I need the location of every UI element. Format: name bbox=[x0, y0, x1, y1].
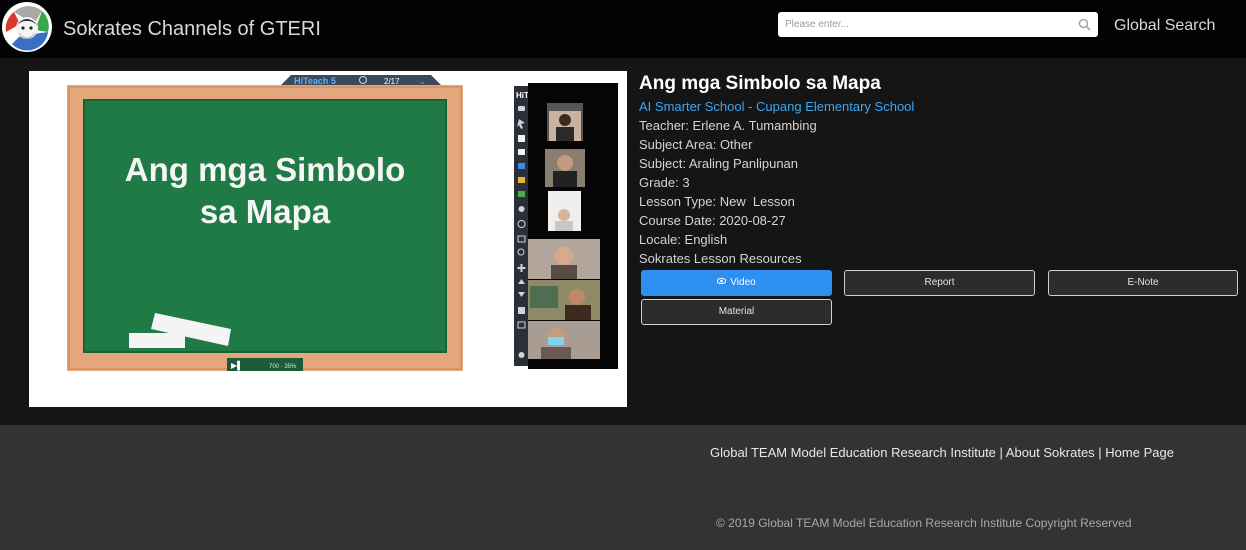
hiteach-page-text: 2/17 bbox=[384, 77, 400, 86]
search-box bbox=[778, 12, 1098, 37]
video-button[interactable]: Video bbox=[641, 270, 832, 296]
board-text-line2: sa Mapa bbox=[200, 193, 331, 230]
locale-line: Locale: English bbox=[639, 232, 728, 247]
search-icon[interactable] bbox=[1078, 18, 1091, 31]
footer-link-about[interactable]: About Sokrates bbox=[1006, 445, 1095, 460]
chalk-piece bbox=[129, 333, 185, 348]
enote-button[interactable]: E-Note bbox=[1048, 270, 1238, 296]
footer-links: Global TEAM Model Education Research Ins… bbox=[710, 444, 1174, 462]
search-input[interactable] bbox=[778, 12, 1073, 37]
socrates-logo-icon bbox=[3, 3, 51, 51]
video-player[interactable]: Ang mga Simbolo sa Mapa ▶▌ 700 · 35% HiT… bbox=[29, 71, 627, 407]
school-link[interactable]: AI Smarter School - Cupang Elementary Sc… bbox=[639, 97, 1239, 116]
video-button-label: Video bbox=[730, 277, 756, 288]
svg-text:⌄: ⌄ bbox=[419, 77, 426, 86]
svg-text:700 · 35%: 700 · 35% bbox=[269, 364, 297, 370]
teacher-line: Teacher: Erlene A. Tumambing bbox=[639, 118, 817, 133]
grade-line: Grade: 3 bbox=[639, 175, 690, 190]
board-text-line1: Ang mga Simbolo bbox=[125, 151, 406, 188]
hiteach-brand-text: HiTeach 5 bbox=[294, 76, 336, 86]
material-button[interactable]: Material bbox=[641, 299, 832, 325]
copyright-text: © 2019 Global TEAM Model Education Resea… bbox=[716, 516, 1132, 530]
site-title[interactable]: Sokrates Channels of GTERI bbox=[63, 17, 321, 41]
tool-strip-label: HiT bbox=[516, 91, 529, 100]
footer-link-home[interactable]: Home Page bbox=[1105, 445, 1174, 460]
top-header: Sokrates Channels of GTERI Global Search bbox=[0, 0, 1246, 58]
lesson-title: Ang mga Simbolo sa Mapa bbox=[639, 73, 881, 94]
lesson-info: Ang mga Simbolo sa Mapa AI Smarter Schoo… bbox=[639, 72, 1239, 268]
footer-separator: | bbox=[1094, 445, 1106, 460]
subject-area-line: Subject Area: Other bbox=[639, 137, 753, 152]
lesson-main-section: Ang mga Simbolo sa Mapa ▶▌ 700 · 35% HiT… bbox=[0, 58, 1246, 425]
footer-separator: | bbox=[995, 445, 1006, 460]
global-search-button[interactable]: Global Search bbox=[1114, 16, 1215, 36]
subject-line: Subject: Araling Panlipunan bbox=[639, 156, 799, 171]
hiteach-tool-strip: HiT bbox=[514, 86, 529, 366]
svg-text:▶▌: ▶▌ bbox=[231, 360, 243, 371]
eye-icon bbox=[717, 278, 727, 285]
course-date-line: Course Date: 2020-08-27 bbox=[639, 213, 786, 228]
report-button[interactable]: Report bbox=[844, 270, 1035, 296]
resources-title: Sokrates Lesson Resources bbox=[639, 251, 802, 266]
socrates-logo[interactable] bbox=[2, 2, 52, 52]
footer-link-gteri[interactable]: Global TEAM Model Education Research Ins… bbox=[710, 445, 996, 460]
lesson-type-line: Lesson Type: New Lesson bbox=[639, 194, 795, 209]
